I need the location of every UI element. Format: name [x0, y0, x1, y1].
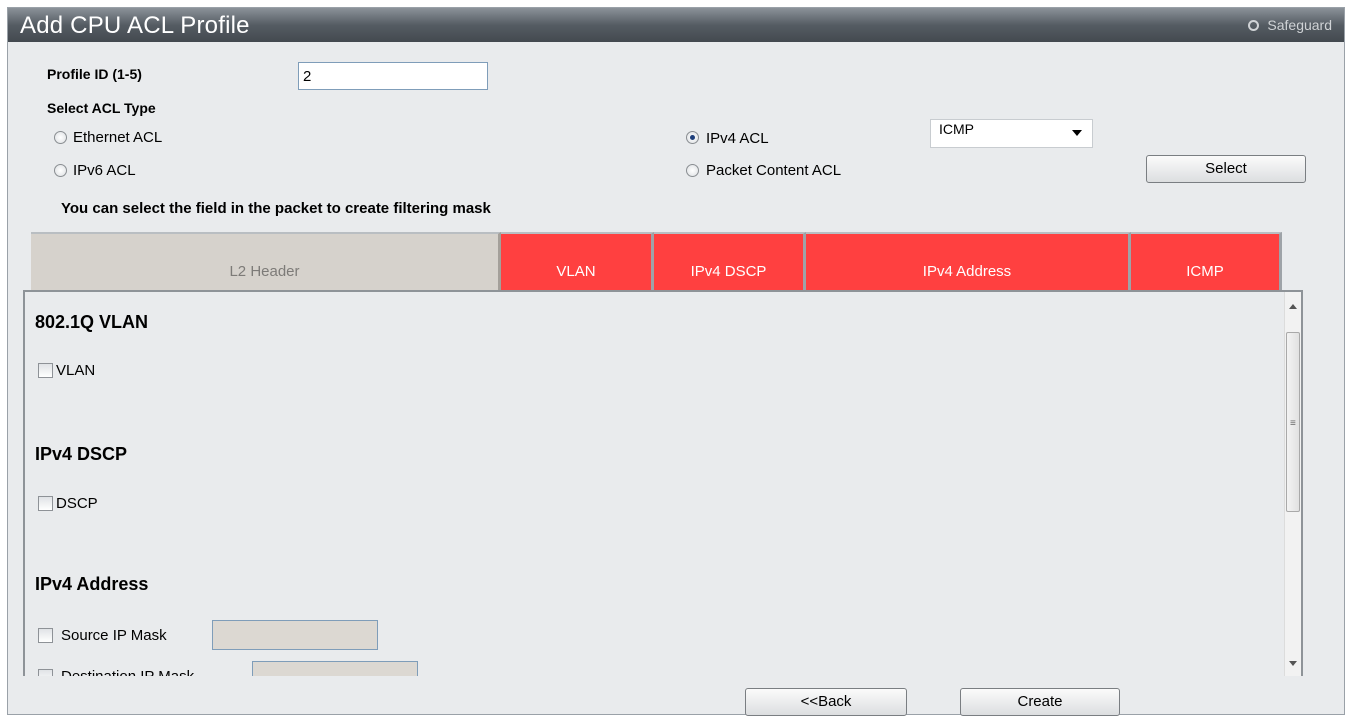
dscp-checkbox[interactable] [38, 496, 53, 511]
acl-type-label: Select ACL Type [47, 100, 156, 116]
destination-ip-mask-input[interactable] [252, 661, 418, 676]
tab-ipv4-address[interactable]: IPv4 Address [806, 232, 1131, 290]
back-button[interactable]: <<Back [745, 688, 907, 716]
select-button[interactable]: Select [1146, 155, 1306, 183]
panel-scrollbar[interactable]: ≡ [1284, 292, 1301, 676]
chevron-down-icon [1072, 130, 1082, 136]
dscp-section-title: IPv4 DSCP [35, 444, 128, 464]
source-ip-mask-label: Source IP Mask [61, 627, 167, 644]
tab-icmp[interactable]: ICMP [1131, 232, 1282, 290]
radio-ipv6-acl[interactable] [54, 164, 67, 177]
title-bar: Add CPU ACL Profile Safeguard [8, 8, 1344, 42]
vlan-section-title: 802.1Q VLAN [35, 312, 149, 332]
protocol-select-value: ICMP [939, 121, 974, 137]
safeguard-label: Safeguard [1267, 17, 1332, 33]
tab-vlan[interactable]: VLAN [501, 232, 654, 290]
ipv4-acl-label: IPv4 ACL [706, 130, 769, 147]
window-title: Add CPU ACL Profile [20, 12, 250, 39]
tab-ipv4-dscp[interactable]: IPv4 DSCP [654, 232, 806, 290]
radio-packet-content-acl[interactable] [686, 164, 699, 177]
radio-ipv4-acl[interactable] [686, 131, 699, 144]
packet-content-acl-label: Packet Content ACL [706, 162, 842, 179]
source-ip-mask-input[interactable] [212, 620, 378, 650]
profile-id-label: Profile ID (1-5) [47, 66, 142, 82]
vlan-checkbox-label: VLAN [56, 362, 96, 379]
grip-icon: ≡ [1290, 418, 1296, 429]
radio-ethernet-acl[interactable] [54, 131, 67, 144]
ethernet-acl-label: Ethernet ACL [73, 129, 163, 146]
protocol-select[interactable]: ICMP [930, 119, 1093, 148]
vlan-checkbox[interactable] [38, 363, 53, 378]
profile-id-input[interactable] [298, 62, 488, 90]
dscp-checkbox-label: DSCP [56, 495, 98, 512]
safeguard-indicator: Safeguard [1248, 17, 1332, 33]
address-section-title: IPv4 Address [35, 574, 149, 594]
mask-panel: 802.1Q VLAN VLAN IPv4 DSCP DSCP IPv4 Add… [23, 290, 1303, 676]
safeguard-icon [1248, 20, 1260, 31]
source-ip-mask-checkbox[interactable] [38, 628, 53, 643]
scroll-down-icon[interactable] [1289, 661, 1297, 666]
scroll-thumb[interactable]: ≡ [1286, 332, 1300, 512]
destination-ip-mask-checkbox[interactable] [38, 669, 53, 676]
tab-l2-header[interactable]: L2 Header [31, 232, 501, 290]
create-button[interactable]: Create [960, 688, 1120, 716]
filter-hint: You can select the field in the packet t… [61, 200, 491, 217]
destination-ip-mask-label: Destination IP Mask [61, 668, 194, 676]
ipv6-acl-label: IPv6 ACL [73, 162, 136, 179]
scroll-up-icon[interactable] [1289, 304, 1297, 309]
